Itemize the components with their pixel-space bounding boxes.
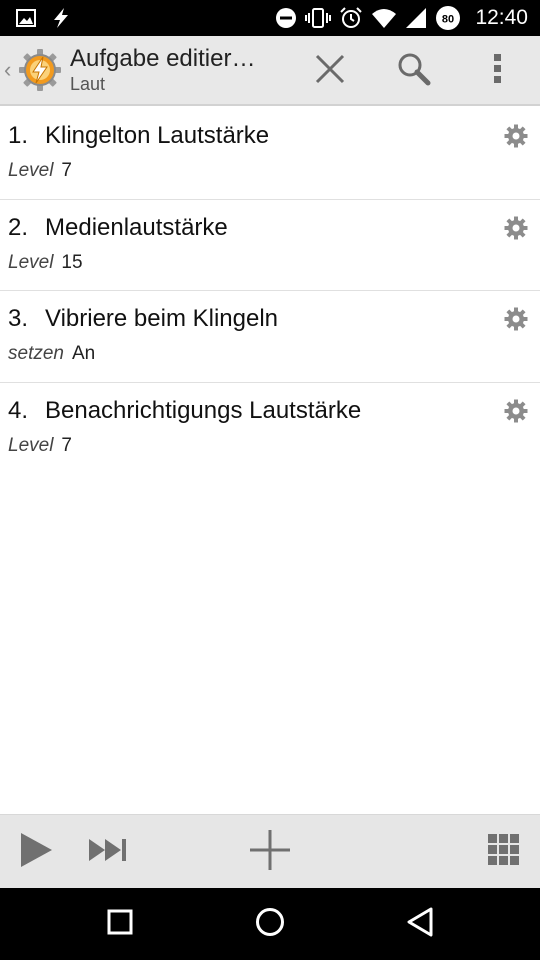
action-number: 4. — [8, 396, 29, 424]
param-value: An — [71, 343, 96, 364]
action-bar: ‹ Aufgabe editier… Laut — [0, 36, 540, 106]
action-number: 2. — [8, 213, 29, 241]
action-name: Medienlautstärke — [45, 213, 228, 241]
add-button[interactable] — [244, 815, 296, 889]
action-name: Benachrichtigungs Lautstärke — [45, 396, 362, 424]
param-label: Level — [8, 434, 54, 456]
battery-icon: 80 — [435, 5, 461, 31]
action-title: 1. Klingelton Lautstärke — [8, 122, 269, 150]
skip-forward-button[interactable] — [82, 815, 134, 889]
param-value: 15 — [61, 251, 83, 273]
bottom-toolbar — [0, 814, 540, 888]
close-icon — [315, 54, 345, 89]
close-button[interactable] — [302, 36, 358, 106]
grid-icon — [488, 833, 520, 871]
overflow-menu-icon — [493, 53, 503, 90]
signal-icon — [405, 7, 427, 29]
vibrate-icon — [305, 7, 332, 29]
action-title: 3. Vibriere beim Klingeln — [8, 305, 278, 333]
up-caret-icon[interactable]: ‹ — [4, 57, 16, 83]
search-icon — [397, 52, 431, 91]
play-button[interactable] — [10, 815, 62, 889]
action-number: 1. — [8, 122, 29, 149]
page-subtitle: Laut — [70, 74, 106, 94]
gear-icon[interactable] — [504, 124, 528, 148]
action-number: 3. — [8, 305, 29, 332]
action-param: Level 7 — [8, 435, 72, 457]
param-label: Level — [8, 160, 54, 181]
action-name: Klingelton Lautstärke — [45, 122, 270, 149]
action-param: setzen An — [8, 343, 95, 365]
back-icon — [406, 907, 434, 942]
clock: 12:40 — [475, 6, 528, 29]
overflow-menu-button[interactable] — [470, 36, 526, 106]
gear-icon[interactable] — [504, 399, 528, 423]
do-not-disturb-icon — [275, 7, 297, 29]
gear-icon[interactable] — [504, 216, 528, 240]
action-param: Level 15 — [8, 252, 83, 274]
flash-icon — [50, 7, 72, 29]
status-bar: 80 12:40 — [0, 0, 540, 36]
action-title: 2. Medienlautstärke — [8, 214, 228, 242]
param-value: 7 — [61, 160, 72, 181]
page-title: Aufgabe editier… — [70, 45, 256, 72]
home-button[interactable] — [230, 888, 310, 960]
list-item[interactable]: 1. Klingelton Lautstärke Level 7 — [0, 108, 540, 200]
param-label: setzen — [8, 343, 64, 364]
action-name: Vibriere beim Klingeln — [45, 305, 279, 332]
add-icon — [249, 829, 291, 876]
search-button[interactable] — [386, 36, 442, 106]
wifi-icon — [371, 7, 397, 29]
list-item[interactable]: 2. Medienlautstärke Level 15 — [0, 200, 540, 291]
navigation-bar — [0, 888, 540, 960]
action-title: 4. Benachrichtigungs Lautstärke — [8, 397, 361, 425]
param-label: Level — [8, 251, 54, 273]
svg-text:80: 80 — [442, 14, 454, 26]
back-button[interactable] — [380, 888, 460, 960]
alarm-icon — [339, 6, 363, 30]
param-value: 7 — [61, 434, 72, 456]
tasker-logo[interactable] — [18, 48, 62, 92]
play-icon — [19, 832, 53, 873]
image-icon — [16, 9, 36, 27]
grid-button[interactable] — [478, 815, 530, 889]
gear-icon[interactable] — [504, 307, 528, 331]
skip-forward-icon — [88, 838, 128, 867]
list-item[interactable]: 3. Vibriere beim Klingeln setzen An — [0, 291, 540, 383]
list-item[interactable]: 4. Benachrichtigungs Lautstärke Level 7 — [0, 383, 540, 475]
action-list: 1. Klingelton Lautstärke Level 7 2. Medienl… — [0, 108, 540, 474]
home-icon — [255, 907, 285, 942]
action-param: Level 7 — [8, 160, 72, 182]
recents-button[interactable] — [80, 888, 160, 960]
recents-icon — [107, 909, 133, 940]
